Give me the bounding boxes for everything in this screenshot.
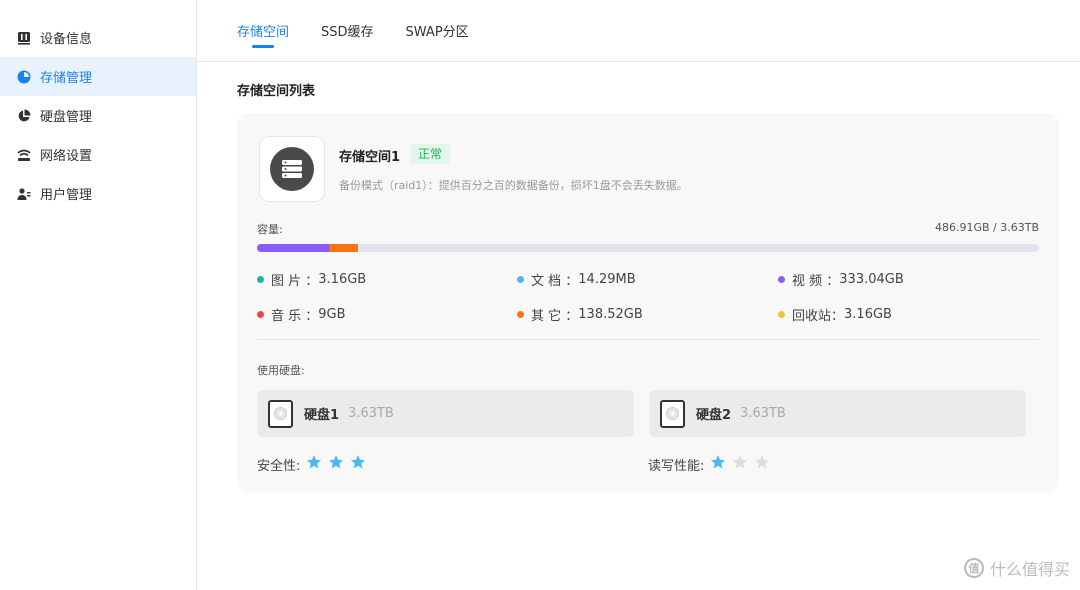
legend-value: 14.29MB bbox=[578, 272, 636, 287]
legend-label: 其 它 bbox=[531, 309, 562, 324]
legend-dot bbox=[257, 276, 264, 283]
performance-rating: 读写性能: bbox=[648, 454, 770, 474]
legend-dot bbox=[778, 311, 785, 318]
sidebar-item-device-info[interactable]: 设备信息 bbox=[0, 18, 196, 57]
legend-value: 333.04GB bbox=[839, 272, 904, 287]
disk-name: 硬盘2 bbox=[696, 408, 732, 423]
tab-swap[interactable]: SWAP分区 bbox=[406, 0, 469, 61]
safety-stars bbox=[300, 454, 366, 474]
disk-chart-icon bbox=[17, 109, 31, 123]
star-empty-icon bbox=[754, 454, 770, 470]
safety-label: 安全性: bbox=[257, 458, 301, 474]
legend-item-videos: 视 频 ： 333.04GB bbox=[778, 270, 904, 289]
legend-label: 音 乐 bbox=[271, 309, 302, 324]
legend-value: 3.16GB bbox=[844, 307, 892, 322]
legend-dot bbox=[778, 276, 785, 283]
star-filled-icon bbox=[328, 454, 344, 470]
main-content: 存储空间 SSD缓存 SWAP分区 存储空间列表 存储空间1 正常 备份模式（r… bbox=[198, 0, 1080, 590]
legend-label: 文 档 bbox=[531, 274, 562, 289]
legend-dot bbox=[257, 311, 264, 318]
section-title: 存储空间列表 bbox=[237, 84, 316, 99]
sidebar-item-label: 用户管理 bbox=[40, 188, 93, 203]
sidebar-item-disk[interactable]: 硬盘管理 bbox=[0, 96, 196, 135]
tab-bar: 存储空间 SSD缓存 SWAP分区 bbox=[198, 0, 1080, 62]
sidebar-item-label: 设备信息 bbox=[40, 32, 93, 47]
legend-dot bbox=[517, 276, 524, 283]
performance-stars bbox=[704, 454, 770, 474]
legend-label: 回收站 bbox=[792, 309, 832, 324]
users-icon bbox=[17, 187, 31, 201]
legend-value: 138.52GB bbox=[578, 307, 643, 322]
performance-label: 读写性能: bbox=[648, 458, 705, 474]
tab-storage-space[interactable]: 存储空间 bbox=[237, 0, 289, 61]
star-filled-icon bbox=[710, 454, 726, 470]
capacity-label: 容量: bbox=[257, 223, 283, 236]
disk-card-2[interactable]: 硬盘2 3.63TB bbox=[649, 390, 1026, 437]
legend-dot bbox=[517, 311, 524, 318]
legend-separator: ： bbox=[561, 309, 579, 324]
legend-item-documents: 文 档 ： 14.29MB bbox=[517, 270, 636, 289]
capacity-segment-1 bbox=[257, 244, 329, 252]
legend-separator: ： bbox=[301, 274, 319, 289]
tab-ssd-cache[interactable]: SSD缓存 bbox=[321, 0, 374, 61]
legend-item-other: 其 它 ： 138.52GB bbox=[517, 305, 643, 324]
capacity-segment-2 bbox=[328, 244, 358, 252]
disk-name: 硬盘1 bbox=[304, 408, 340, 423]
legend-value: 3.16GB bbox=[318, 272, 367, 287]
sidebar-item-network[interactable]: 网络设置 bbox=[0, 135, 196, 174]
sidebar-item-storage[interactable]: 存储管理 bbox=[0, 57, 196, 96]
capacity-value: 486.91GB / 3.63TB bbox=[934, 221, 1039, 234]
star-filled-icon bbox=[350, 454, 366, 470]
disk-size: 3.63TB bbox=[348, 406, 394, 421]
divider bbox=[257, 339, 1039, 340]
legend-value: 9GB bbox=[318, 307, 346, 322]
legend-item-recycle-bin: 回收站 ： 3.16GB bbox=[778, 305, 892, 324]
safety-rating: 安全性: bbox=[257, 454, 366, 474]
hard-disk-icon bbox=[268, 399, 293, 428]
legend-separator: ： bbox=[301, 309, 319, 324]
network-icon bbox=[17, 148, 31, 162]
legend-separator: ： bbox=[831, 309, 845, 324]
legend-separator: ： bbox=[822, 274, 840, 289]
legend-separator: ： bbox=[561, 274, 579, 289]
server-icon bbox=[270, 147, 314, 191]
star-empty-icon bbox=[732, 454, 748, 470]
pool-name: 存储空间1 bbox=[339, 150, 401, 165]
pool-description: 备份模式（raid1）：提供百分之百的数据备份，损坏1盘不会丢失数据。 bbox=[339, 179, 688, 192]
legend-label: 图 片 bbox=[271, 274, 302, 289]
sidebar-item-label: 存储管理 bbox=[40, 71, 93, 86]
legend-label: 视 频 bbox=[792, 274, 823, 289]
status-badge: 正常 bbox=[410, 144, 451, 164]
legend-item-pictures: 图 片 ： 3.16GB bbox=[257, 270, 366, 289]
sidebar-item-label: 硬盘管理 bbox=[40, 110, 93, 125]
watermark-text: 什么值得买 bbox=[989, 560, 1070, 579]
disks-label: 使用硬盘: bbox=[257, 364, 305, 377]
sidebar-item-users[interactable]: 用户管理 bbox=[0, 174, 196, 213]
watermark-logo-icon: 值 bbox=[963, 558, 984, 578]
capacity-bar bbox=[257, 244, 1039, 252]
legend-item-music: 音 乐 ： 9GB bbox=[257, 305, 346, 324]
sidebar-item-label: 网络设置 bbox=[40, 149, 93, 164]
device-icon bbox=[17, 31, 31, 45]
sidebar: 设备信息 存储管理 硬盘管理 网络设置 用户管理 bbox=[0, 0, 197, 590]
watermark: 值 什么值得买 bbox=[963, 556, 1070, 580]
storage-pool-card[interactable]: 存储空间1 正常 备份模式（raid1）：提供百分之百的数据备份，损坏1盘不会丢… bbox=[237, 113, 1059, 493]
disk-card-1[interactable]: 硬盘1 3.63TB bbox=[257, 390, 634, 437]
star-filled-icon bbox=[306, 454, 322, 470]
storage-icon bbox=[17, 70, 31, 84]
pool-icon-box bbox=[259, 136, 325, 202]
hard-disk-icon bbox=[660, 399, 685, 428]
disk-size: 3.63TB bbox=[740, 406, 786, 421]
